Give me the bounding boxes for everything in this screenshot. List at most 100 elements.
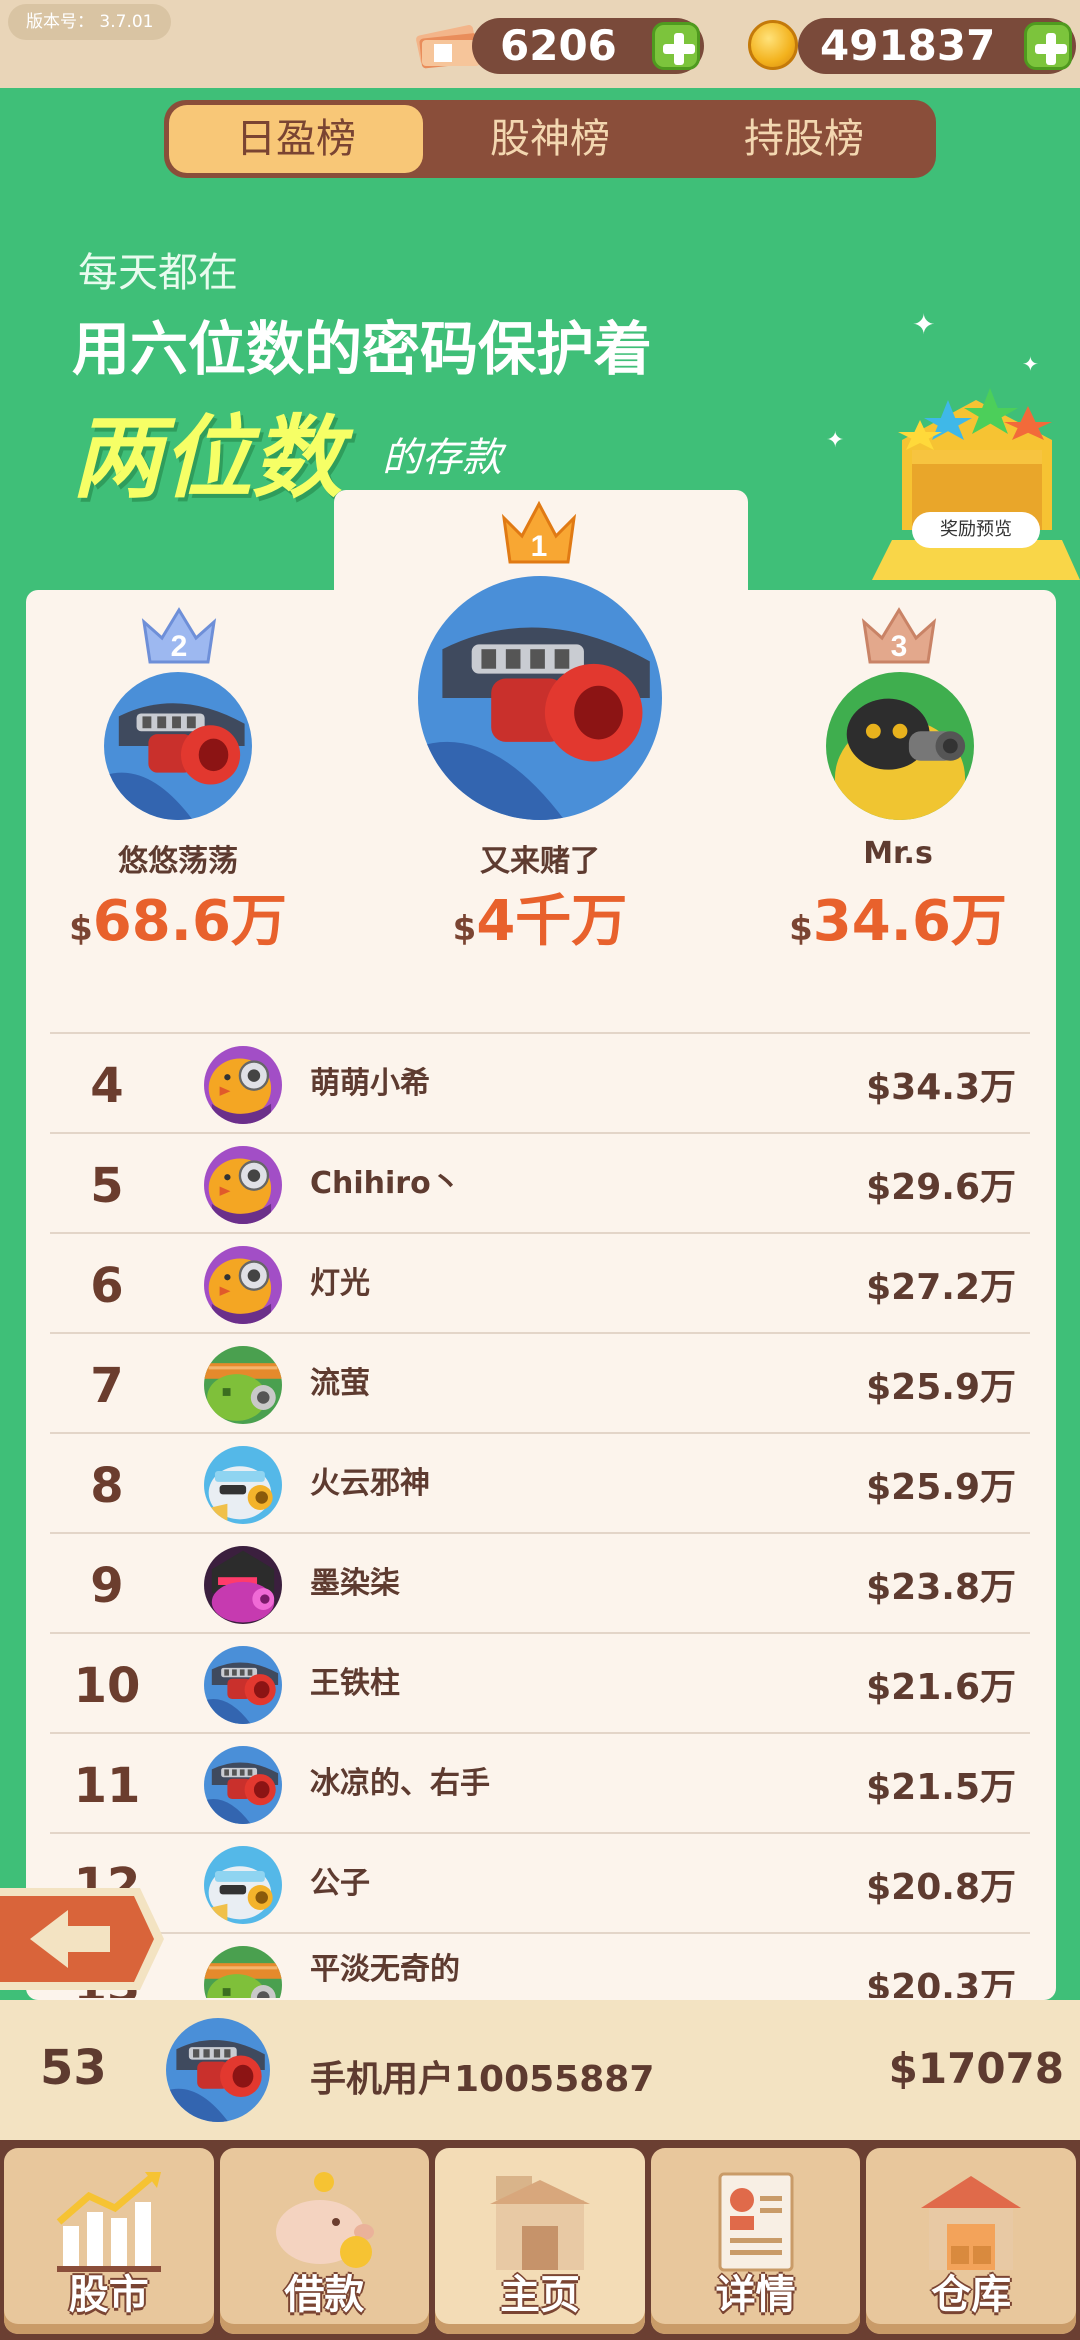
amount-value: 68.6万: [92, 889, 287, 954]
avatar[interactable]: [204, 1246, 282, 1324]
reward-preview-label: 奖励预览: [912, 512, 1040, 548]
row-rank: 4: [90, 1058, 124, 1114]
row-rank: 7: [90, 1358, 124, 1414]
nav-label: 股市: [68, 2272, 149, 2318]
cash-value: 6206: [500, 21, 617, 70]
row-name: 平淡无奇的: [310, 1952, 460, 1987]
row-amount: $20.8万: [866, 1867, 1016, 1908]
tab-holdings[interactable]: 持股榜: [677, 105, 931, 173]
table-row[interactable]: 10 王铁柱 $21.6万: [50, 1632, 1030, 1732]
reward-preview-button[interactable]: 奖励预览: [872, 380, 1080, 580]
row-name: 王铁柱: [310, 1666, 400, 1701]
table-row[interactable]: 9 墨染柒 $23.8万: [50, 1532, 1030, 1632]
row-amount: $25.9万: [866, 1367, 1016, 1408]
row-rank: 9: [90, 1558, 124, 1614]
row-rank: 8: [90, 1458, 124, 1514]
avatar[interactable]: [204, 1046, 282, 1124]
podium-3-amount: $34.6万: [760, 876, 1036, 957]
sparkle-icon: ✦: [826, 428, 845, 453]
top-bar: 版本号： 3.7.01 6206 491837: [0, 0, 1080, 88]
nav-warehouse[interactable]: 仓库: [866, 2148, 1076, 2334]
row-name: 冰凉的、右手: [310, 1766, 490, 1801]
coin-value: 491837: [820, 21, 996, 70]
add-cash-button[interactable]: [652, 22, 700, 70]
ranking-list[interactable]: 4 萌萌小希 $34.3万 5 Chihiro丶 $29.6万 6 灯光 $27…: [50, 1032, 1030, 1998]
avatar[interactable]: [204, 1846, 282, 1924]
rank-2-label: 2: [171, 630, 188, 663]
avatar[interactable]: [204, 1146, 282, 1224]
row-name: 火云邪神: [310, 1466, 430, 1501]
version-label: 版本号： 3.7.01: [8, 4, 172, 40]
table-row[interactable]: 4 萌萌小希 $34.3万: [50, 1032, 1030, 1132]
table-row[interactable]: 12 公子 $20.8万: [50, 1832, 1030, 1932]
row-name: Chihiro丶: [310, 1166, 461, 1201]
hero-line-2: 用六位数的密码保护着: [72, 315, 653, 383]
row-amount: $21.5万: [866, 1767, 1016, 1808]
sparkle-icon: ✦: [912, 308, 936, 341]
row-name: 萌萌小希: [310, 1066, 430, 1101]
house-icon: [489, 2176, 590, 2270]
avatar[interactable]: [204, 1746, 282, 1824]
tab-daily-profit[interactable]: 日盈榜: [169, 105, 423, 173]
profile-document-icon: [718, 2172, 794, 2272]
row-rank: 5: [90, 1158, 124, 1214]
row-rank: 11: [73, 1758, 141, 1814]
my-rank-bar: 53 手机用户10055887 $17078: [0, 2000, 1080, 2140]
amount-value: 4千万: [476, 889, 628, 954]
row-amount: $29.6万: [866, 1167, 1016, 1208]
coin-balance: 491837: [798, 18, 1076, 74]
table-row[interactable]: 5 Chihiro丶 $29.6万: [50, 1132, 1030, 1232]
nav-loan[interactable]: 借款: [219, 2148, 430, 2334]
avatar[interactable]: [204, 1446, 282, 1524]
nav-home[interactable]: 主页: [435, 2148, 645, 2334]
row-amount: $27.2万: [866, 1267, 1016, 1308]
warehouse-icon: [921, 2176, 1022, 2270]
rank-3-label: 3: [891, 630, 908, 663]
row-name: 墨染柒: [310, 1566, 400, 1601]
currency-symbol: $: [452, 909, 477, 949]
currency-symbol: $: [789, 909, 813, 949]
avatar[interactable]: [418, 576, 662, 820]
avatar[interactable]: [204, 1646, 282, 1724]
row-amount: $25.9万: [866, 1467, 1016, 1508]
hero-highlight: 两位数: [72, 406, 342, 511]
avatar[interactable]: [204, 1546, 282, 1624]
currency-symbol: $: [69, 909, 93, 949]
row-name: 流萤: [310, 1366, 370, 1401]
bottom-nav: 股市 借款 主页 详情 仓库: [0, 2140, 1080, 2340]
avatar[interactable]: [204, 1346, 282, 1424]
row-amount: $23.8万: [866, 1567, 1016, 1608]
podium-2-amount: $68.6万: [40, 876, 316, 957]
avatar[interactable]: [826, 672, 974, 820]
my-name: 手机用户10055887: [310, 2059, 655, 2100]
nav-stock-market[interactable]: 股市: [4, 2148, 214, 2334]
nav-details[interactable]: 详情: [650, 2148, 861, 2334]
my-amount: $17078: [888, 2044, 1064, 2093]
row-name: 公子: [310, 1866, 370, 1901]
table-row[interactable]: 7 流萤 $25.9万: [50, 1332, 1030, 1432]
my-rank: 53: [40, 2040, 107, 2096]
avatar[interactable]: [204, 1946, 282, 1998]
nav-label: 仓库: [931, 2272, 1012, 2318]
add-coin-button[interactable]: [1024, 22, 1072, 70]
row-amount: $20.3万: [866, 1967, 1016, 1998]
podium-2-name: 悠悠荡荡: [118, 844, 238, 879]
reward-chest-icon: [872, 388, 1080, 580]
tab-stock-god[interactable]: 股神榜: [423, 105, 677, 173]
stock-chart-icon: [56, 2172, 161, 2272]
back-button[interactable]: [0, 1884, 166, 1994]
avatar[interactable]: [104, 672, 252, 820]
podium-3-name: Mr.s: [863, 836, 933, 871]
table-row[interactable]: 8 火云邪神 $25.9万: [50, 1432, 1030, 1532]
avatar[interactable]: [166, 2018, 270, 2122]
table-row[interactable]: 11 冰凉的、右手 $21.5万: [50, 1732, 1030, 1832]
podium-1-name: 又来赌了: [480, 844, 600, 879]
nav-label: 详情: [715, 2272, 796, 2318]
sparkle-icon: ✦: [1022, 352, 1039, 376]
table-row[interactable]: 6 灯光 $27.2万: [50, 1232, 1030, 1332]
amount-value: 34.6万: [812, 889, 1007, 954]
piggy-bank-icon: [276, 2172, 375, 2268]
leaderboard-tabs: 日盈榜 股神榜 持股榜: [164, 100, 936, 178]
row-name: 灯光: [310, 1266, 370, 1301]
table-row[interactable]: 13 平淡无奇的 $20.3万: [50, 1932, 1030, 1998]
